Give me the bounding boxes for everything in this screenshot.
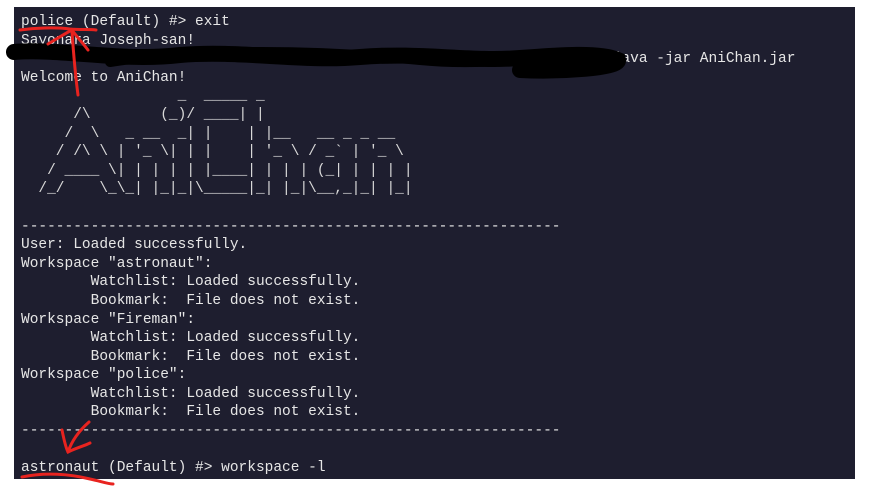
terminal-line-bookmark: Bookmark: File does not exist. bbox=[21, 404, 361, 421]
terminal-line-welcome: Welcome to AniChan! bbox=[21, 69, 187, 86]
ascii-art-line: _ _____ _ bbox=[21, 88, 265, 105]
terminal-window[interactable]: police (Default) #> exit Sayonara Joseph-… bbox=[14, 7, 855, 479]
terminal-line-prompt-police: police (Default) #> exit bbox=[21, 14, 230, 30]
ascii-art-line: / /\ \ | '_ \| | | | '_ \ / _` | '_ \ bbox=[21, 144, 404, 161]
terminal-line-bookmark: Bookmark: File does not exist. bbox=[21, 348, 361, 365]
ascii-art-line: / ____ \| | | | | |____| | | | (_| | | |… bbox=[21, 162, 413, 179]
terminal-line-workspace: Workspace "police": bbox=[21, 367, 187, 384]
terminal-line-workspace: Workspace "astronaut": bbox=[21, 255, 213, 272]
divider-line: ----------------------------------------… bbox=[21, 423, 561, 440]
terminal-line-prompt-astronaut: astronaut (Default) #> workspace -l bbox=[21, 460, 326, 477]
divider-line: ----------------------------------------… bbox=[21, 218, 561, 235]
terminal-line-watchlist: Watchlist: Loaded successfully. bbox=[21, 330, 361, 347]
terminal-output: police (Default) #> exit Sayonara Joseph-… bbox=[21, 13, 795, 478]
terminal-line-goodbye: Sayonara Joseph-san! bbox=[21, 32, 196, 49]
ascii-art-line: / \ _ __ _| | | |__ __ _ _ __ bbox=[21, 125, 396, 142]
terminal-line-watchlist: Watchlist: Loaded successfully. bbox=[21, 385, 361, 402]
terminal-line-user-status: User: Loaded successfully. bbox=[21, 237, 248, 254]
terminal-line-redacted-command: $ java -jar AniChan.jar bbox=[21, 50, 795, 69]
ascii-art-line: /_/ \_\_| |_|_|\_____|_| |_|\__,_|_| |_| bbox=[21, 181, 413, 198]
java-command: $ java -jar AniChan.jar bbox=[595, 51, 796, 68]
terminal-line-watchlist: Watchlist: Loaded successfully. bbox=[21, 274, 361, 291]
ascii-art-line: /\ (_)/ ____| | bbox=[21, 106, 265, 123]
terminal-line-bookmark: Bookmark: File does not exist. bbox=[21, 292, 361, 309]
terminal-line-workspace: Workspace "Fireman": bbox=[21, 311, 196, 328]
